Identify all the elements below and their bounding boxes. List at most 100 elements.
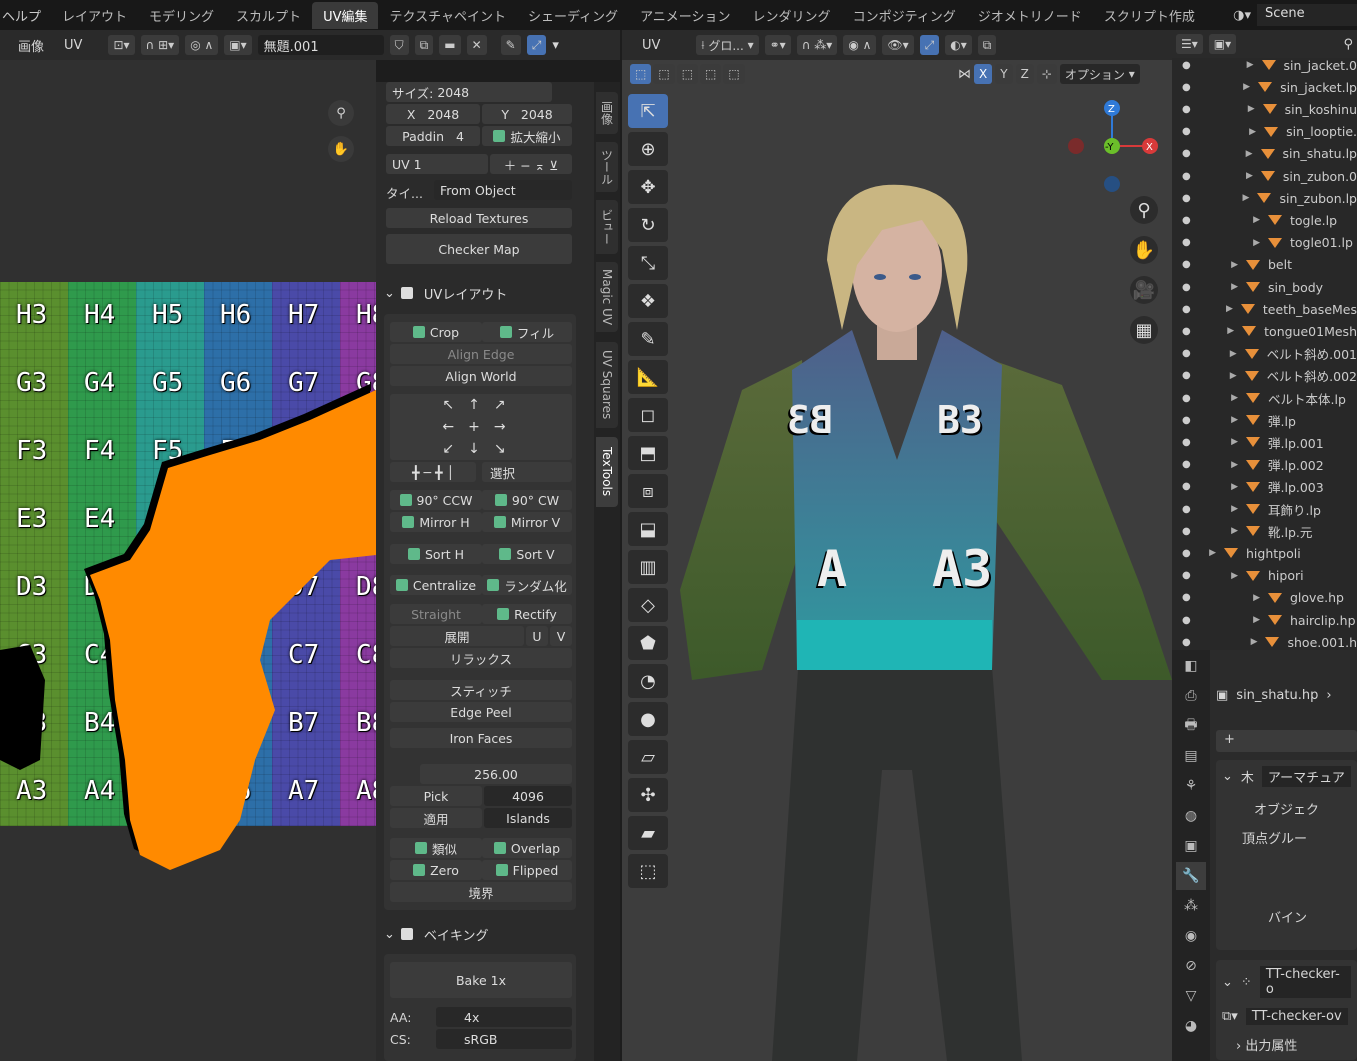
shield-icon[interactable]: ⛉ <box>389 35 409 55</box>
visibility-icon[interactable]: ● <box>1182 481 1191 492</box>
align-edge-button[interactable]: Align Edge <box>390 344 572 364</box>
visibility-icon[interactable]: ● <box>1182 148 1191 159</box>
gizmo-neg-z-axis[interactable] <box>1104 176 1120 192</box>
loop-cut-tool-icon[interactable]: ▥ <box>628 550 668 584</box>
outliner-row[interactable]: ● ▶ togle01.lp <box>1172 232 1357 254</box>
view-layer-icon[interactable]: ▤ <box>1176 742 1206 770</box>
outliner-row[interactable]: ● ▶ hightpoli <box>1172 542 1357 564</box>
rectify-button[interactable]: Rectify <box>482 604 572 624</box>
side-tab[interactable]: ビュー <box>596 200 618 254</box>
visibility-icon[interactable]: ● <box>1182 104 1191 115</box>
iron-faces-button[interactable]: Iron Faces <box>390 728 572 748</box>
visibility-icon[interactable]: ● <box>1182 326 1191 337</box>
search-icon[interactable]: ⚲ <box>1343 37 1353 52</box>
armature-name-field[interactable]: アーマチュア <box>1261 766 1351 787</box>
padding-field[interactable]: Paddin 4 <box>386 126 480 146</box>
collapse-chevron-icon[interactable]: ⌄ <box>1222 975 1233 990</box>
render-icon[interactable]: ⎙ <box>1176 682 1206 710</box>
rotate-ccw-button[interactable]: 90° CCW <box>390 490 482 510</box>
filter-icon[interactable]: ▣▾ <box>1208 34 1237 54</box>
visibility-icon[interactable]: ● <box>1182 459 1191 470</box>
pivot-icon[interactable]: ⊡▾ <box>108 35 135 55</box>
texel-density-field[interactable]: 256.00 <box>420 764 572 784</box>
randomize-button[interactable]: ランダム化 <box>482 575 572 595</box>
outliner-row[interactable]: ● ▶ hairclip.hp <box>1172 609 1357 631</box>
tab-workspace[interactable]: モデリング <box>138 2 225 29</box>
side-tab[interactable]: Magic UV <box>596 262 618 332</box>
outliner-row[interactable]: ● ▶ ベルト本体.lp <box>1172 387 1357 409</box>
pick-button[interactable]: Pick <box>390 786 482 806</box>
straight-button[interactable]: Straight <box>390 604 482 624</box>
tab-workspace[interactable]: シェーディング <box>517 2 629 29</box>
scale-tool-icon[interactable]: ⤡ <box>628 246 668 280</box>
select-tool-icon[interactable]: ⇱ <box>628 94 668 128</box>
checker-map-button[interactable]: Checker Map <box>386 234 572 264</box>
align-grid[interactable]: ↖↑↗ ←+→ ↙↓↘ <box>390 394 572 460</box>
visibility-icon[interactable]: ● <box>1182 437 1191 448</box>
zero-button[interactable]: Zero <box>390 860 482 880</box>
visibility-icon[interactable]: ● <box>1182 370 1191 381</box>
pick-size-dropdown[interactable]: 4096 <box>484 786 572 806</box>
shear-tool-icon[interactable]: ▰ <box>628 816 668 850</box>
align-world-button[interactable]: Align World <box>390 366 572 386</box>
hand-icon[interactable]: ✋ <box>1130 236 1158 264</box>
knife-tool-icon[interactable]: ◇ <box>628 588 668 622</box>
centralize-button[interactable]: Centralize <box>390 575 482 595</box>
expand-arrow-icon[interactable]: ▶ <box>1172 548 1224 558</box>
fill-button[interactable]: フィル <box>482 322 572 342</box>
output-attributes-header[interactable]: › 出力属性 <box>1216 1029 1357 1054</box>
visibility-icon[interactable]: ● <box>1182 504 1191 515</box>
outliner-row[interactable]: ● ▶ ベルト斜め.002 <box>1172 365 1357 387</box>
unwrap-v-button[interactable]: V <box>550 626 572 646</box>
visibility-icon[interactable]: ● <box>1182 570 1191 581</box>
collapse-chevron-icon[interactable]: ⌄ <box>1222 769 1233 784</box>
islands-dropdown[interactable]: Islands <box>484 808 572 828</box>
spin-tool-icon[interactable]: ◔ <box>628 664 668 698</box>
tab-workspace[interactable]: UV編集 <box>312 1 379 29</box>
uv-island[interactable] <box>0 60 376 1061</box>
mirror-v-button[interactable]: Mirror V <box>482 512 572 532</box>
outliner-row[interactable]: ● ▶ glove.hp <box>1172 587 1357 609</box>
flipped-button[interactable]: Flipped <box>482 860 572 880</box>
inset-tool-icon[interactable]: ⧈ <box>628 474 668 508</box>
modifier-icon[interactable]: 🔧 <box>1176 862 1206 890</box>
image-browse-icon[interactable]: ▣▾ <box>224 35 252 55</box>
outliner-row[interactable]: ● ▶ 弾.lp <box>1172 409 1357 431</box>
visibility-icon[interactable]: ● <box>1182 637 1191 648</box>
outliner-row[interactable]: ● ▶ sin_jacket.0 <box>1172 54 1357 76</box>
scene-selector[interactable]: ◑▾ Scene <box>1233 4 1357 26</box>
grid-icon[interactable]: ▦ <box>1130 316 1158 344</box>
uv-canvas[interactable]: H3H4H5H6H7H8G3G4G5G6G7G8F3F4F5F6F7F8E3E4… <box>0 60 376 1061</box>
display-mode-icon[interactable]: ☰▾ <box>1176 34 1203 54</box>
outliner-row[interactable]: ● ▶ sin_zubon.lp <box>1172 187 1357 209</box>
move-tool-icon[interactable]: ✥ <box>628 170 668 204</box>
image-name-field[interactable]: 無題.001 <box>257 35 384 55</box>
snap-icon[interactable]: ∩ ⊞▾ <box>140 35 180 55</box>
shrink-tool-icon[interactable]: ✣ <box>628 778 668 812</box>
outliner-row[interactable]: ● ▶ sin_looptie. <box>1172 121 1357 143</box>
outliner-row[interactable]: ● ▶ 弾.lp.002 <box>1172 454 1357 476</box>
object-icon[interactable]: ▣ <box>1176 832 1206 860</box>
add-cube-tool-icon[interactable]: ◻ <box>628 398 668 432</box>
navigation-gizmo[interactable]: Z -Y X <box>1062 96 1162 196</box>
type-dropdown[interactable]: From Object <box>434 180 572 200</box>
tab-workspace[interactable]: コンポジティング <box>842 2 967 29</box>
visibility-icon[interactable]: ● <box>1182 82 1191 93</box>
chevron-down-icon[interactable]: ▾ <box>552 38 559 53</box>
measure-tool-icon[interactable]: 📐 <box>628 360 668 394</box>
outliner-row[interactable]: ● ▶ 耳飾り.lp <box>1172 498 1357 520</box>
side-tab[interactable]: UV Squares <box>596 342 618 428</box>
editor-type-icon[interactable]: ◧ <box>1176 652 1206 680</box>
side-tab[interactable]: 画像 <box>596 92 618 134</box>
visibility-icon[interactable]: ● <box>1182 171 1191 182</box>
sort-v-button[interactable]: Sort V <box>482 544 572 564</box>
uv-channel-dropdown[interactable]: UV 1 <box>386 154 488 174</box>
visibility-icon[interactable]: ● <box>1182 126 1191 137</box>
outliner-row[interactable]: ● ▶ sin_shatu.lp <box>1172 143 1357 165</box>
tab-workspace[interactable]: レイアウト <box>51 2 138 29</box>
node-tree-field[interactable]: TT-checker-ov <box>1245 1008 1348 1025</box>
mirror-h-button[interactable]: Mirror H <box>390 512 482 532</box>
visibility-icon[interactable]: ● <box>1182 215 1191 226</box>
edge-peel-button[interactable]: Edge Peel <box>390 702 572 722</box>
pin-icon[interactable]: ✎ <box>500 35 521 55</box>
